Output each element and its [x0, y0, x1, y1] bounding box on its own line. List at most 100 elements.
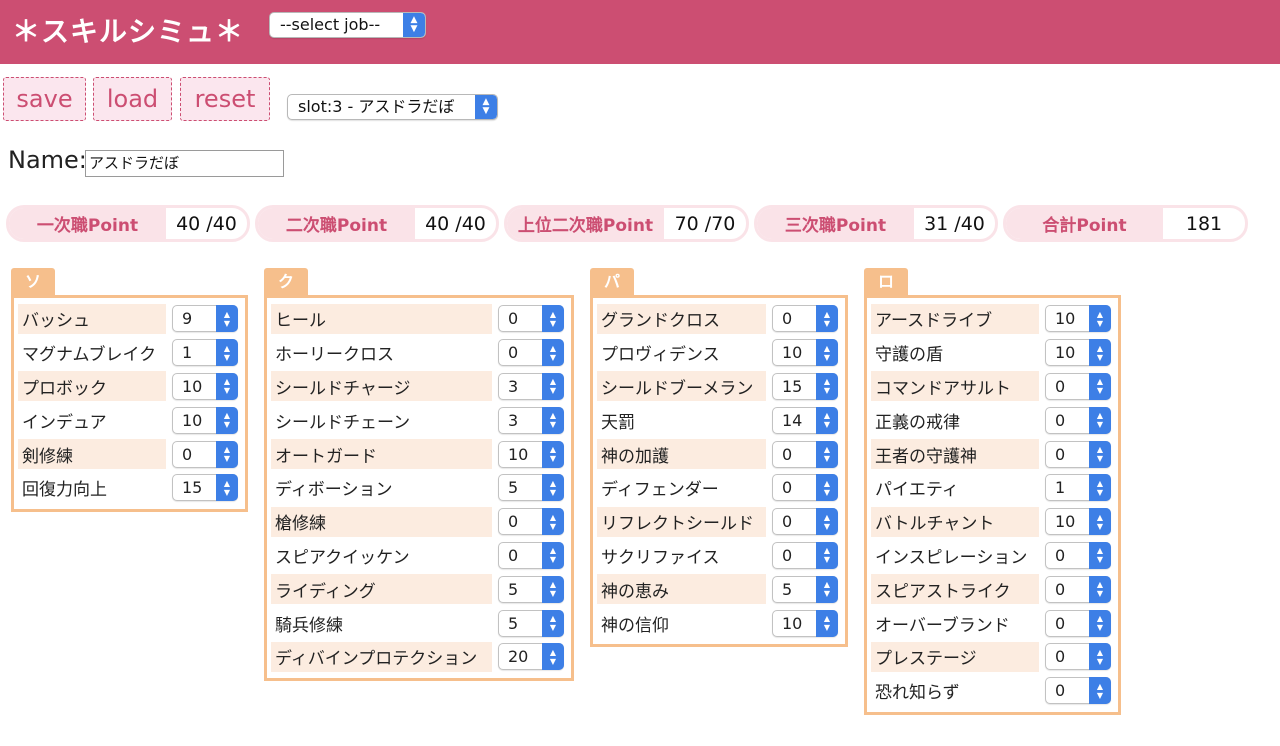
skill-level-value: 0: [782, 512, 793, 532]
skill-level-select[interactable]: 10 ▲ ▼: [172, 406, 238, 434]
skill-level-select[interactable]: 0 ▲ ▼: [772, 541, 838, 569]
chevron-up-down-icon: ▲ ▼: [542, 541, 564, 569]
chevron-up-down-icon: ▲ ▼: [1089, 440, 1111, 468]
reset-button[interactable]: reset: [180, 77, 270, 121]
chevron-up-down-icon: ▲ ▼: [542, 440, 564, 468]
skill-name: 神の恵み: [597, 574, 766, 605]
skill-name: パイエティ: [875, 480, 959, 501]
point-label: 合計Point: [1006, 208, 1163, 239]
job-select[interactable]: --select job-- ▲ ▼: [269, 12, 426, 38]
skill-level-select[interactable]: 3 ▲ ▼: [498, 406, 564, 434]
skill-level-select[interactable]: 0 ▲ ▼: [498, 305, 564, 333]
skill-level-select[interactable]: 15 ▲ ▼: [172, 474, 238, 502]
skill-level-select[interactable]: 5 ▲ ▼: [498, 575, 564, 603]
skill-level-select[interactable]: 9 ▲ ▼: [172, 305, 238, 333]
skill-level-select[interactable]: 0 ▲ ▼: [772, 305, 838, 333]
skill-level-select[interactable]: 0 ▲ ▼: [172, 440, 238, 468]
skill-name: シールドチェーン: [275, 412, 411, 433]
chevron-up-down-icon: ▲ ▼: [1089, 677, 1111, 705]
skill-level-select[interactable]: 0 ▲ ▼: [1045, 677, 1111, 705]
skill-level-select[interactable]: 0 ▲ ▼: [1045, 541, 1111, 569]
chevron-up-down-icon: ▲ ▼: [1089, 541, 1111, 569]
skill-name: 守護の盾: [875, 345, 943, 366]
skill-level-select[interactable]: 14 ▲ ▼: [772, 406, 838, 434]
skill-name: 騎兵修練: [275, 615, 343, 636]
skill-level-value: 5: [508, 613, 519, 633]
skill-level-select[interactable]: 0 ▲ ▼: [498, 339, 564, 367]
skill-level-select[interactable]: 10 ▲ ▼: [1045, 339, 1111, 367]
skill-level-select[interactable]: 0 ▲ ▼: [1045, 609, 1111, 637]
group-title: ソードマン: [11, 268, 56, 403]
skill-level-select[interactable]: 0 ▲ ▼: [1045, 575, 1111, 603]
skill-name: グランドクロス: [597, 303, 766, 334]
skill-row: 神の信仰 10 ▲ ▼: [597, 606, 841, 640]
skill-level-value: 0: [182, 444, 193, 464]
skill-level-select[interactable]: 10 ▲ ▼: [172, 372, 238, 400]
skill-row: 回復力向上 15 ▲ ▼: [18, 471, 241, 505]
skill-level-value: 10: [182, 376, 203, 396]
skill-level-value: 1: [1055, 478, 1066, 498]
point-value: 40 /40: [176, 212, 237, 235]
slot-select-value: slot:3 - アスドラだぼ: [298, 97, 455, 116]
skill-level-select[interactable]: 20 ▲ ▼: [498, 643, 564, 671]
skill-name: 神の加護: [597, 439, 766, 470]
point-label: 三次職Point: [757, 208, 914, 239]
skill-level-select[interactable]: 0 ▲ ▼: [772, 474, 838, 502]
point-value: 70 /70: [674, 212, 736, 235]
skill-name: スピアストライク: [871, 574, 1039, 605]
skill-level-select[interactable]: 10 ▲ ▼: [772, 609, 838, 637]
skill-level-select[interactable]: 5 ▲ ▼: [498, 474, 564, 502]
skill-row: ヒール 0 ▲ ▼: [271, 302, 567, 336]
chevron-up-down-icon: ▲ ▼: [542, 609, 564, 637]
skill-name: バッシュ: [18, 303, 166, 334]
skill-level-select[interactable]: 5 ▲ ▼: [772, 575, 838, 603]
chevron-up-down-icon: ▲ ▼: [816, 440, 838, 468]
skill-level-select[interactable]: 0 ▲ ▼: [1045, 406, 1111, 434]
skill-level-value: 0: [782, 478, 793, 498]
skill-level-select[interactable]: 0 ▲ ▼: [1045, 643, 1111, 671]
skill-row: パイエティ 1 ▲ ▼: [871, 471, 1114, 505]
save-button[interactable]: save: [3, 77, 86, 121]
skill-name: プロボック: [18, 371, 166, 402]
chevron-up-down-icon: ▲ ▼: [816, 305, 838, 333]
chevron-up-down-icon: ▲ ▼: [475, 95, 497, 119]
skill-level-select[interactable]: 15 ▲ ▼: [772, 372, 838, 400]
point-value: 40 /40: [425, 212, 486, 235]
skill-row: ディボーション 5 ▲ ▼: [271, 471, 567, 505]
chevron-up-down-icon: ▲ ▼: [816, 575, 838, 603]
skill-level-select[interactable]: 0 ▲ ▼: [1045, 372, 1111, 400]
skill-row: ディフェンダー 0 ▲ ▼: [597, 471, 841, 505]
skill-name: マグナムブレイク: [22, 345, 157, 366]
skill-level-select[interactable]: 1 ▲ ▼: [172, 339, 238, 367]
skill-level-select[interactable]: 0 ▲ ▼: [1045, 440, 1111, 468]
skill-row: プロボック 10 ▲ ▼: [18, 370, 241, 404]
chevron-up-down-icon: ▲ ▼: [542, 305, 564, 333]
skill-level-value: 0: [508, 545, 519, 565]
skill-level-select[interactable]: 10 ▲ ▼: [1045, 508, 1111, 536]
skill-level-select[interactable]: 3 ▲ ▼: [498, 372, 564, 400]
skill-list: ヒール 0 ▲ ▼ ホーリークロス 0 ▲ ▼ シールドチャージ 3 ▲ ▼ シールドチェーン 3 ▲ ▼ オー…: [264, 295, 574, 681]
skill-level-select[interactable]: 1 ▲ ▼: [1045, 474, 1111, 502]
skill-row: 神の恵み 5 ▲ ▼: [597, 572, 841, 606]
skill-name: インデュア: [22, 412, 107, 433]
slot-select[interactable]: slot:3 - アスドラだぼ ▲ ▼: [287, 94, 498, 120]
skill-level-value: 0: [1055, 647, 1066, 667]
skill-level-select[interactable]: 0 ▲ ▼: [772, 440, 838, 468]
skill-row: 守護の盾 10 ▲ ▼: [871, 336, 1114, 370]
name-input[interactable]: アスドラだぼ: [85, 150, 284, 177]
skill-name: 正義の戒律: [875, 412, 960, 433]
skill-level-select[interactable]: 5 ▲ ▼: [498, 609, 564, 637]
load-button[interactable]: load: [93, 77, 172, 121]
skill-level-select[interactable]: 10 ▲ ▼: [772, 339, 838, 367]
skill-level-select[interactable]: 10 ▲ ▼: [1045, 305, 1111, 333]
skill-level-select[interactable]: 0 ▲ ▼: [772, 508, 838, 536]
group-title: クルセイダー: [264, 268, 308, 431]
skill-level-value: 0: [782, 309, 793, 329]
skill-level-select[interactable]: 10 ▲ ▼: [498, 440, 564, 468]
skill-level-select[interactable]: 0 ▲ ▼: [498, 508, 564, 536]
skill-level-select[interactable]: 0 ▲ ▼: [498, 541, 564, 569]
skill-name: オートガード: [271, 439, 492, 470]
skill-row: プレステージ 0 ▲ ▼: [871, 640, 1114, 674]
chevron-up-down-icon: ▲ ▼: [216, 339, 238, 367]
point-label: 上位二次職Point: [507, 208, 664, 239]
